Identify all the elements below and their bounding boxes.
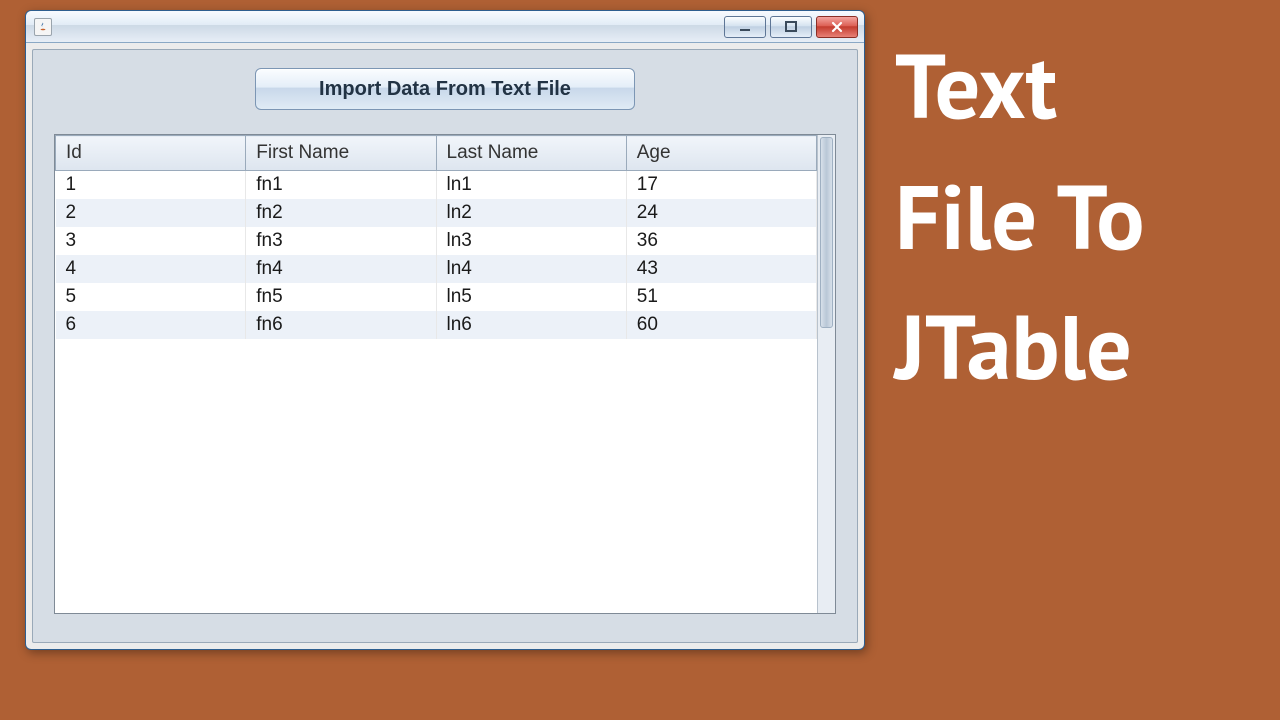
cell-age[interactable]: 24 [626,199,816,227]
cell-id[interactable]: 4 [56,255,246,283]
data-table[interactable]: Id First Name Last Name Age 1fn1ln1172fn… [55,135,817,339]
table-row[interactable]: 5fn5ln551 [56,283,817,311]
scrollbar-thumb[interactable] [820,137,833,328]
table-row[interactable]: 4fn4ln443 [56,255,817,283]
vertical-scrollbar[interactable] [817,135,835,613]
cell-last[interactable]: ln2 [436,199,626,227]
cell-first[interactable]: fn1 [246,171,436,200]
cell-last[interactable]: ln3 [436,227,626,255]
table-row[interactable]: 2fn2ln224 [56,199,817,227]
table-row[interactable]: 6fn6ln660 [56,311,817,339]
app-window: Import Data From Text File Id First Name… [25,10,865,650]
cell-last[interactable]: ln6 [436,311,626,339]
col-id[interactable]: Id [56,136,246,171]
cell-age[interactable]: 36 [626,227,816,255]
thumbnail-caption: Text File To JTable [895,20,1265,412]
cell-first[interactable]: fn3 [246,227,436,255]
java-icon [34,18,52,36]
import-button[interactable]: Import Data From Text File [255,68,635,110]
table-header-row: Id First Name Last Name Age [56,136,817,171]
cell-last[interactable]: ln4 [436,255,626,283]
cell-last[interactable]: ln1 [436,171,626,200]
maximize-button[interactable] [770,16,812,38]
caption-line: JTable [895,281,1265,412]
cell-id[interactable]: 2 [56,199,246,227]
cell-age[interactable]: 17 [626,171,816,200]
col-age[interactable]: Age [626,136,816,171]
data-table-container: Id First Name Last Name Age 1fn1ln1172fn… [54,134,836,614]
cell-age[interactable]: 51 [626,283,816,311]
table-row[interactable]: 1fn1ln117 [56,171,817,200]
cell-age[interactable]: 43 [626,255,816,283]
close-button[interactable] [816,16,858,38]
cell-id[interactable]: 5 [56,283,246,311]
cell-id[interactable]: 1 [56,171,246,200]
cell-last[interactable]: ln5 [436,283,626,311]
cell-first[interactable]: fn4 [246,255,436,283]
caption-line: Text [895,20,1265,151]
cell-id[interactable]: 6 [56,311,246,339]
titlebar[interactable] [26,11,864,43]
table-row[interactable]: 3fn3ln336 [56,227,817,255]
cell-first[interactable]: fn5 [246,283,436,311]
cell-first[interactable]: fn2 [246,199,436,227]
col-firstname[interactable]: First Name [246,136,436,171]
cell-first[interactable]: fn6 [246,311,436,339]
minimize-button[interactable] [724,16,766,38]
cell-age[interactable]: 60 [626,311,816,339]
cell-id[interactable]: 3 [56,227,246,255]
window-controls [724,16,858,38]
client-area: Import Data From Text File Id First Name… [32,49,858,643]
caption-line: File To [895,151,1265,282]
col-lastname[interactable]: Last Name [436,136,626,171]
